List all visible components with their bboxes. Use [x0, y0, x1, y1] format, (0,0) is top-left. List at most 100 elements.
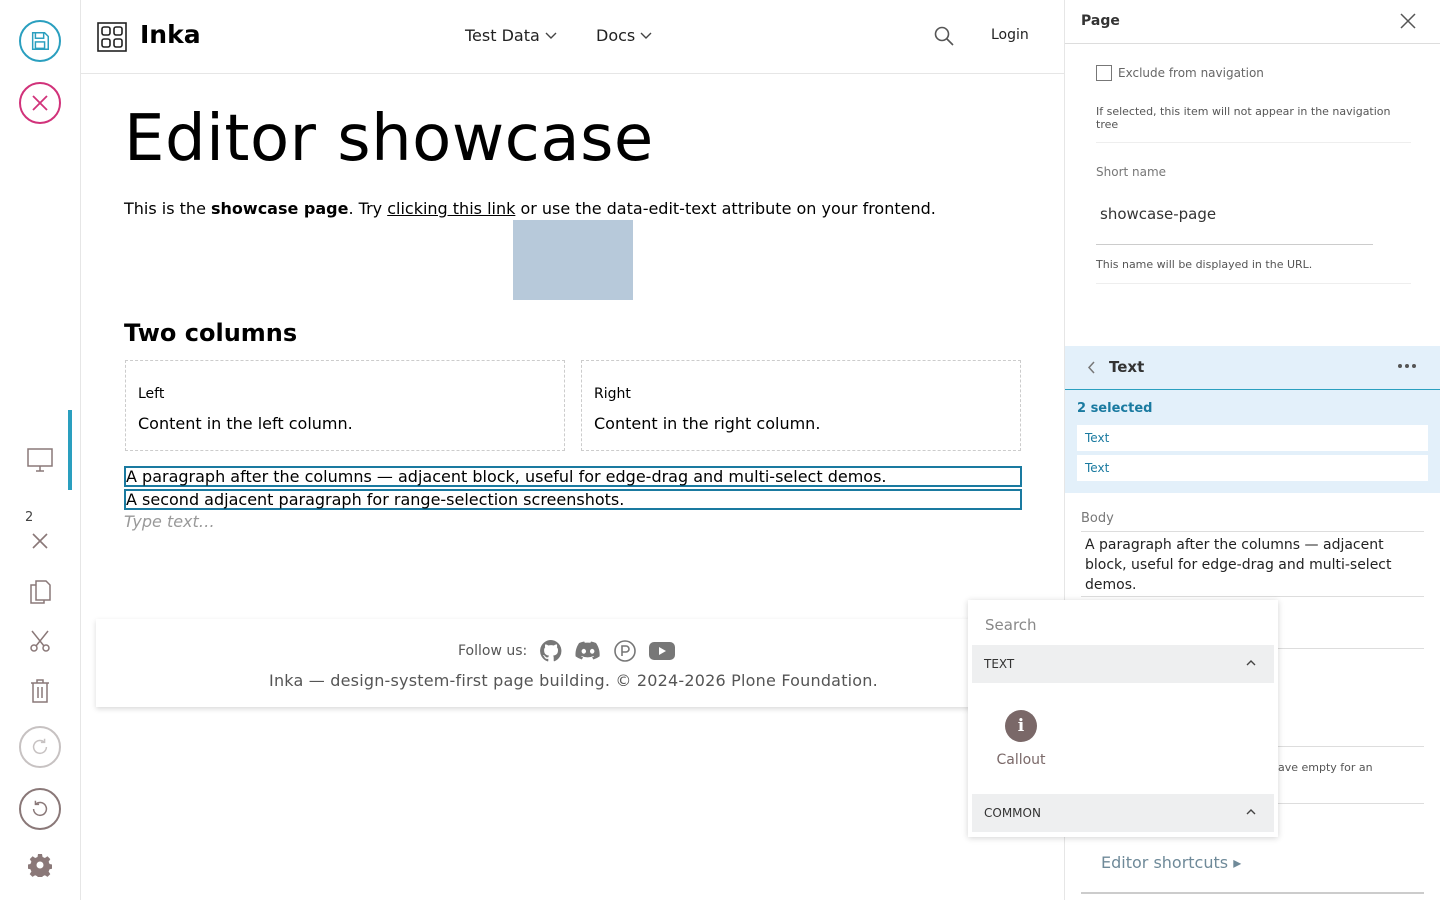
exclude-nav-row[interactable]: Exclude from navigation	[1096, 65, 1264, 81]
back-button[interactable]	[1087, 361, 1095, 374]
gear-icon	[28, 854, 52, 877]
page-content: Editor showcase This is the showcase pag…	[81, 74, 1064, 900]
block-option-callout[interactable]: i Callout	[993, 710, 1049, 768]
nav-label: Test Data	[465, 26, 540, 45]
column-title: Left	[138, 386, 165, 402]
field-help-partial: ave empty for an	[1278, 761, 1373, 774]
chevron-down-icon	[640, 32, 652, 39]
discord-icon[interactable]	[575, 640, 601, 662]
block-option-label: Callout	[996, 752, 1046, 768]
intro-text: . Try	[348, 199, 388, 218]
section-common-header[interactable]: COMMON	[972, 794, 1274, 832]
column-title: Right	[594, 386, 631, 402]
save-button[interactable]	[19, 20, 61, 62]
github-icon[interactable]	[539, 639, 563, 663]
deselect-button[interactable]	[25, 526, 55, 556]
follow-label: Follow us:	[458, 643, 528, 659]
block-selection-panel: Text 2 selected Text Text	[1065, 346, 1440, 493]
nav-test-data[interactable]: Test Data	[465, 26, 557, 45]
selected-paragraph-block[interactable]: A paragraph after the columns — adjacent…	[124, 466, 1022, 487]
close-icon	[32, 533, 48, 549]
chevron-up-icon	[1246, 660, 1256, 666]
page-title[interactable]: Editor showcase	[124, 102, 654, 176]
selection-count: 2	[25, 510, 34, 525]
sidebar-header: Page	[1065, 0, 1440, 44]
brand-name[interactable]: Inka	[140, 20, 201, 49]
search-icon	[934, 26, 954, 46]
site-header: Inka Test Data Docs Login	[81, 0, 1064, 74]
copyright-text: Inka — design-system-first page building…	[269, 671, 878, 690]
section-text-header[interactable]: TEXT	[972, 645, 1274, 683]
column-left[interactable]: Left Content in the left column.	[125, 360, 565, 451]
undo-button[interactable]	[19, 788, 61, 830]
cancel-button[interactable]	[19, 82, 61, 124]
patreon-icon[interactable]	[613, 639, 637, 663]
info-icon: i	[1005, 710, 1037, 742]
column-body: Content in the left column.	[138, 414, 353, 433]
chevron-left-icon	[1087, 361, 1095, 374]
site-footer: Follow us: Inka — design-system-first pa…	[96, 619, 991, 707]
block-chooser-popup: Search TEXT i Callout COMMON	[968, 600, 1278, 837]
logo-icon[interactable]	[97, 22, 127, 52]
intro-link[interactable]: clicking this link	[387, 199, 515, 218]
redo-icon	[32, 738, 48, 755]
youtube-icon[interactable]	[649, 641, 676, 661]
selected-count: 2 selected	[1077, 401, 1153, 416]
nav-label: Docs	[596, 26, 636, 45]
close-icon	[32, 95, 48, 111]
short-name-input[interactable]: showcase-page	[1096, 198, 1373, 245]
exclude-nav-label: Exclude from navigation	[1118, 66, 1264, 80]
settings-button[interactable]	[25, 850, 55, 880]
selected-block-item[interactable]: Text	[1077, 455, 1428, 481]
close-icon	[1400, 13, 1416, 29]
intro-bold: showcase page	[211, 199, 349, 218]
chevron-down-icon	[545, 32, 557, 39]
section-heading[interactable]: Two columns	[124, 319, 297, 347]
trash-icon	[31, 679, 49, 703]
exclude-nav-help: If selected, this item will not appear i…	[1096, 105, 1411, 143]
copy-button[interactable]	[25, 576, 55, 606]
scissors-icon	[30, 630, 50, 652]
more-options-button[interactable]	[1398, 364, 1416, 368]
toolbar-active-indicator	[68, 410, 72, 490]
redo-button[interactable]	[19, 726, 61, 768]
preview-button[interactable]	[25, 445, 55, 475]
block-panel-title: Text	[1109, 358, 1145, 376]
exclude-nav-checkbox[interactable]	[1096, 65, 1112, 81]
login-link[interactable]: Login	[991, 27, 1029, 43]
icon-glyph: i	[1017, 716, 1025, 736]
selected-paragraph-block[interactable]: A second adjacent paragraph for range-se…	[124, 489, 1022, 510]
selected-block-item[interactable]: Text	[1077, 425, 1428, 451]
section-label: TEXT	[984, 657, 1015, 671]
block-search-input[interactable]: Search	[985, 616, 1037, 634]
editor-toolbar: 2	[0, 0, 81, 900]
social-links: Follow us:	[458, 639, 676, 663]
nav-docs[interactable]: Docs	[596, 26, 652, 45]
section-label: COMMON	[984, 806, 1041, 820]
divider	[1081, 892, 1424, 894]
cut-button[interactable]	[25, 626, 55, 656]
empty-text-block[interactable]: Type text…	[124, 512, 215, 531]
sidebar-title: Page	[1081, 13, 1120, 29]
copy-icon	[30, 580, 51, 604]
search-button[interactable]	[934, 26, 954, 46]
intro-paragraph[interactable]: This is the showcase page. Try clicking …	[124, 199, 936, 218]
column-body: Content in the right column.	[594, 414, 821, 433]
sidebar-close-button[interactable]	[1400, 13, 1416, 29]
body-label: Body	[1081, 511, 1114, 526]
intro-text: This is the	[124, 199, 211, 218]
block-panel-header: Text	[1065, 346, 1440, 390]
image-block[interactable]	[513, 220, 633, 300]
delete-button[interactable]	[25, 676, 55, 706]
short-name-help: This name will be displayed in the URL.	[1096, 258, 1411, 284]
save-icon	[31, 32, 49, 50]
more-icon	[1398, 364, 1416, 368]
intro-text: or use the data-edit-text attribute on y…	[515, 199, 936, 218]
short-name-label: Short name	[1096, 165, 1167, 179]
column-right[interactable]: Right Content in the right column.	[581, 360, 1021, 451]
chevron-up-icon	[1246, 809, 1256, 815]
editor-shortcuts-toggle[interactable]: Editor shortcuts ▸	[1101, 853, 1241, 872]
body-field[interactable]: A paragraph after the columns — adjacent…	[1081, 531, 1424, 597]
monitor-icon	[27, 448, 53, 472]
undo-icon	[32, 800, 48, 817]
